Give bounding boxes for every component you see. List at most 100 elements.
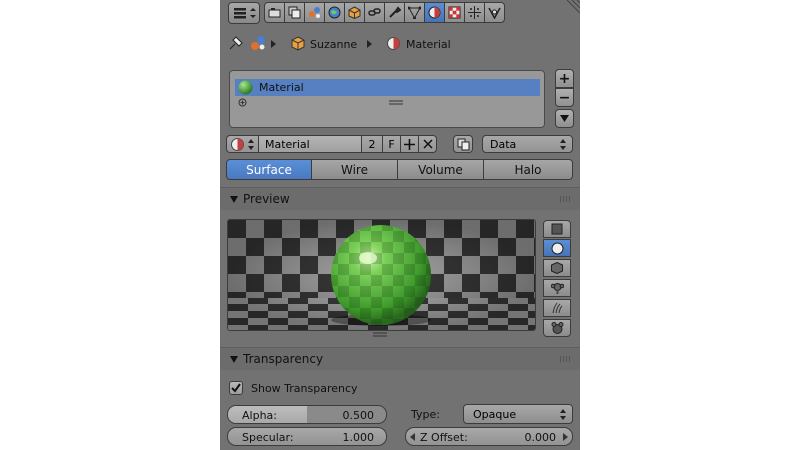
breadcrumb-object-label: Suzanne (310, 37, 358, 51)
cube-icon (551, 262, 563, 274)
transparency-panel-title: Transparency (243, 352, 324, 366)
transparency-type-value: Opaque (473, 407, 517, 421)
object-cube-icon (348, 6, 361, 19)
z-offset-label: Z Offset: (420, 431, 468, 444)
browse-material-button[interactable] (226, 135, 259, 153)
material-sphere-icon (238, 80, 253, 95)
pin-icon[interactable] (227, 35, 244, 52)
area-corner-icon[interactable] (563, 0, 580, 14)
alpha-value: 0.500 (342, 409, 375, 422)
specular-value: 1.000 (342, 431, 375, 444)
world-tab[interactable] (324, 2, 345, 23)
remove-slot-button[interactable]: − (555, 88, 574, 107)
scene-tab[interactable] (304, 2, 325, 23)
material-icon (387, 37, 400, 50)
type-label: Type: (411, 408, 440, 421)
render-tab[interactable] (264, 2, 285, 23)
constraints-tab[interactable] (364, 2, 385, 23)
physics-icon (488, 7, 501, 19)
world-sphere-icon (551, 322, 563, 334)
preview-flat-button[interactable] (543, 220, 571, 238)
object-cube-icon (291, 36, 305, 51)
preview-cube-button[interactable] (543, 259, 571, 277)
tab-surface[interactable]: Surface (226, 159, 312, 180)
transparency-panel-header[interactable]: Transparency (220, 347, 580, 370)
tab-volume[interactable]: Volume (397, 159, 484, 180)
mesh-data-icon (408, 6, 421, 19)
up-down-arrows-icon (560, 139, 566, 150)
resize-grip-icon[interactable] (373, 332, 387, 338)
properties-header (220, 0, 580, 25)
tab-wire[interactable]: Wire (311, 159, 398, 180)
constraint-link-icon (368, 8, 381, 16)
slot-specials-menu-button[interactable] (555, 109, 574, 128)
decrement-arrow-icon[interactable] (410, 433, 415, 441)
texture-checker-icon (448, 6, 461, 19)
material-icon (231, 137, 244, 151)
physics-tab[interactable] (484, 2, 505, 23)
plus-icon (404, 138, 415, 150)
sphere-icon (551, 242, 563, 254)
properties-editor: Suzanne Material Material + − Material 2… (220, 0, 580, 450)
transparency-type-select[interactable]: Opaque (463, 404, 573, 424)
material-slot-list: Material (229, 70, 545, 128)
increment-arrow-icon[interactable] (563, 433, 568, 441)
show-transparency-checkbox[interactable] (229, 381, 243, 395)
copy-icon (457, 138, 469, 150)
add-slot-button[interactable]: + (555, 69, 574, 88)
menu-down-icon (560, 115, 569, 122)
list-item-label: Material (259, 81, 304, 94)
scene-icon (309, 7, 320, 18)
render-layers-tab[interactable] (284, 2, 305, 23)
preview-panel-title: Preview (243, 192, 290, 206)
editor-type-icon (234, 8, 256, 19)
monkey-icon (550, 283, 564, 294)
copy-material-button[interactable] (453, 135, 473, 153)
fake-user-button[interactable]: F (382, 135, 401, 153)
expand-triangle-icon (230, 356, 238, 363)
user-count-button[interactable]: 2 (361, 135, 383, 153)
wrench-icon (389, 6, 401, 18)
list-item[interactable]: Material (235, 79, 540, 96)
resize-grip-icon[interactable] (389, 100, 403, 106)
close-icon (422, 139, 433, 149)
plane-icon (551, 223, 563, 235)
texture-tab[interactable] (444, 2, 465, 23)
show-transparency-label: Show Transparency (251, 382, 358, 395)
drag-grip-icon[interactable] (560, 196, 572, 202)
z-offset-value: 0.000 (524, 431, 557, 444)
preview-world-button[interactable] (543, 319, 571, 337)
link-select[interactable]: Data (482, 135, 573, 153)
alpha-slider[interactable]: Alpha: 0.500 (227, 405, 387, 424)
preview-panel-header[interactable]: Preview (220, 187, 580, 210)
data-tab[interactable] (404, 2, 425, 23)
material-name-field[interactable]: Material (258, 135, 362, 153)
checkmark-icon (231, 383, 241, 393)
material-tab[interactable] (424, 2, 445, 23)
up-down-arrows-icon (560, 409, 566, 420)
preview-sphere-button[interactable] (543, 239, 571, 257)
preview-hair-button[interactable] (543, 299, 571, 317)
context-tabs (264, 2, 505, 23)
filter-options-icon[interactable] (238, 98, 247, 107)
scene-icon (251, 36, 265, 50)
object-tab[interactable] (344, 2, 365, 23)
z-offset-field[interactable]: Z Offset: 0.000 (405, 427, 573, 446)
breadcrumb-arrow-icon (271, 40, 276, 48)
unlink-material-button[interactable] (418, 135, 437, 153)
new-material-button[interactable] (400, 135, 419, 153)
editor-type-button[interactable] (228, 2, 260, 24)
tab-halo[interactable]: Halo (483, 159, 573, 180)
render-layers-icon (288, 6, 301, 19)
specular-slider[interactable]: Specular: 1.000 (227, 427, 387, 446)
world-icon (328, 6, 341, 19)
alpha-label: Alpha: (242, 409, 277, 422)
modifiers-tab[interactable] (384, 2, 405, 23)
drag-grip-icon[interactable] (560, 356, 572, 362)
link-select-value: Data (490, 137, 517, 151)
minus-icon: − (558, 89, 571, 106)
breadcrumb-material-label: Material (406, 37, 451, 51)
up-down-arrows-icon (248, 138, 254, 150)
preview-monkey-button[interactable] (543, 279, 571, 297)
particles-tab[interactable] (464, 2, 485, 23)
